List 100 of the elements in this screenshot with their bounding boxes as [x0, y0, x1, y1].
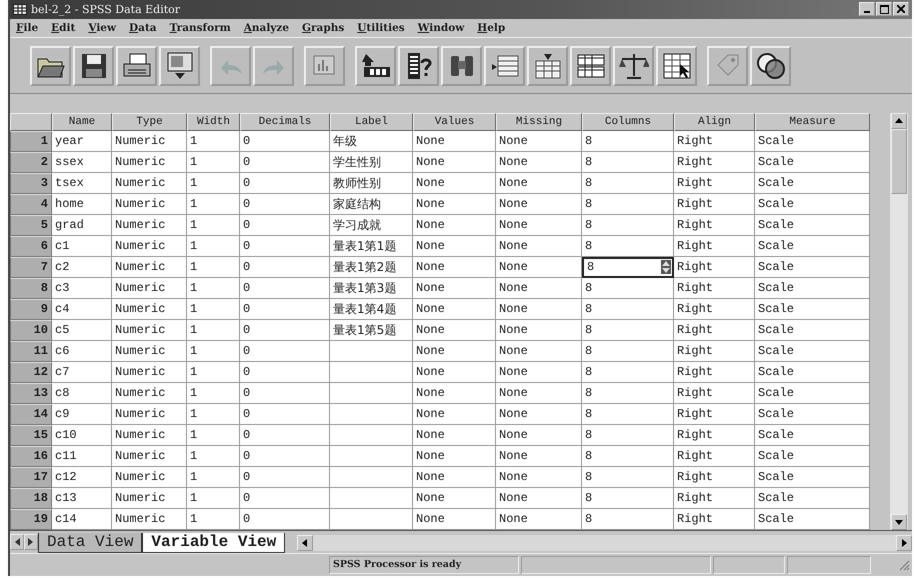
menu-item[interactable]: Data: [129, 22, 157, 34]
vertical-scrollbar[interactable]: [890, 112, 908, 530]
column-header[interactable]: Label: [330, 112, 413, 131]
grid-icon: [13, 4, 27, 15]
arrow-table-icon: [360, 52, 392, 80]
table-cell: None: [413, 488, 496, 509]
view-tab[interactable]: Variable View: [142, 532, 286, 553]
column-header[interactable]: Decimals: [240, 112, 330, 131]
table-cell: Numeric: [112, 340, 187, 362]
table-cell: Right: [674, 172, 755, 194]
row-number[interactable]: 9: [10, 298, 52, 320]
row-number[interactable]: 3: [10, 172, 52, 194]
row-number[interactable]: 10: [10, 320, 52, 341]
scroll-left-icon[interactable]: [297, 534, 314, 551]
open-button[interactable]: [30, 46, 71, 86]
go-to-case-button[interactable]: [355, 46, 396, 86]
menu-item[interactable]: Edit: [51, 22, 76, 34]
table-cell: None: [413, 404, 496, 425]
table-cell: Numeric: [112, 488, 187, 509]
row-number[interactable]: 19: [10, 508, 52, 530]
use-sets-button[interactable]: [750, 46, 791, 86]
column-header[interactable]: Values: [413, 112, 496, 131]
insert-variable-button[interactable]: [527, 46, 568, 86]
table-cell: 1: [187, 446, 240, 467]
spinner-arrows-icon: [661, 260, 671, 274]
scroll-down-icon[interactable]: [891, 514, 907, 530]
menu-item[interactable]: Analyze: [244, 22, 290, 34]
row-number[interactable]: 2: [10, 152, 52, 173]
table-cell: 1: [187, 320, 240, 341]
close-button[interactable]: [893, 2, 909, 16]
table-cell: Right: [674, 152, 755, 173]
table-cell: None: [413, 256, 496, 278]
dialog-recall-button[interactable]: [159, 46, 200, 86]
table-cell: 0: [240, 214, 330, 236]
table-cell: Right: [674, 194, 755, 215]
table-cell: c5: [52, 320, 112, 341]
table-cell: None: [496, 236, 582, 257]
table-cell: None: [496, 404, 582, 425]
table-cell: None: [496, 214, 582, 236]
status-message: SPSS Processor is ready: [329, 556, 519, 574]
minimize-button[interactable]: [859, 2, 875, 16]
row-number[interactable]: 5: [10, 214, 52, 236]
row-number[interactable]: 4: [10, 194, 52, 215]
table-cell: 0: [240, 172, 330, 194]
menu-item[interactable]: View: [88, 22, 116, 34]
row-number[interactable]: 16: [10, 446, 52, 467]
insert-case-button[interactable]: [484, 46, 525, 86]
table-cell: 8: [582, 424, 674, 446]
weight-cases-button[interactable]: [613, 46, 654, 86]
table-cell: Scale: [755, 466, 870, 488]
split-file-button[interactable]: [570, 46, 611, 86]
row-number[interactable]: 13: [10, 382, 52, 404]
horizontal-scrollbar[interactable]: [297, 534, 912, 551]
select-cases-button[interactable]: [656, 46, 697, 86]
column-header[interactable]: Name: [52, 112, 112, 131]
spinner-field[interactable]: 8: [582, 256, 674, 278]
scroll-up-icon[interactable]: [891, 112, 907, 129]
view-tab[interactable]: Data View: [38, 532, 142, 553]
table-cell: 1: [187, 236, 240, 257]
column-header[interactable]: Missing: [496, 112, 582, 131]
row-number[interactable]: 14: [10, 404, 52, 425]
column-header[interactable]: Columns: [582, 112, 674, 131]
table-cell: 量表1第2题: [330, 256, 413, 278]
menu-item[interactable]: Transform: [170, 22, 231, 34]
row-number[interactable]: 18: [10, 488, 52, 509]
resize-grip-icon[interactable]: [898, 558, 910, 571]
menu-item[interactable]: Graphs: [302, 22, 344, 34]
table-cell: None: [496, 424, 582, 446]
maximize-button[interactable]: [876, 2, 892, 16]
scroll-thumb[interactable]: [891, 128, 907, 194]
menu-item[interactable]: Utilities: [357, 22, 405, 34]
row-number[interactable]: 15: [10, 424, 52, 446]
column-header[interactable]: Width: [187, 112, 240, 131]
menu-item[interactable]: Window: [418, 22, 464, 34]
chart-button[interactable]: [304, 46, 345, 86]
row-number[interactable]: 17: [10, 466, 52, 488]
column-header[interactable]: Align: [674, 112, 755, 131]
row-number[interactable]: 11: [10, 340, 52, 362]
find-button[interactable]: [441, 46, 482, 86]
row-number[interactable]: 12: [10, 362, 52, 383]
menu-item[interactable]: File: [16, 22, 38, 34]
maximize-icon: [880, 4, 888, 14]
column-header[interactable]: Type: [112, 112, 187, 131]
table-column-icon: [532, 52, 562, 80]
row-number[interactable]: 7: [10, 256, 52, 278]
table-cell: 8: [582, 130, 674, 152]
print-button[interactable]: [116, 46, 157, 86]
scroll-right-icon[interactable]: [896, 534, 912, 551]
row-number[interactable]: 8: [10, 278, 52, 299]
table-cell: None: [496, 320, 582, 341]
menu-item[interactable]: Help: [477, 22, 506, 34]
row-number[interactable]: 1: [10, 130, 52, 152]
table-cell: 0: [240, 278, 330, 299]
save-button[interactable]: [73, 46, 114, 86]
row-number[interactable]: 6: [10, 236, 52, 257]
table-cell: Scale: [755, 404, 870, 425]
table-cell: 学习成就: [330, 214, 413, 236]
column-header[interactable]: Measure: [755, 112, 870, 131]
variables-button[interactable]: [398, 46, 439, 86]
table-cell: c12: [52, 466, 112, 488]
